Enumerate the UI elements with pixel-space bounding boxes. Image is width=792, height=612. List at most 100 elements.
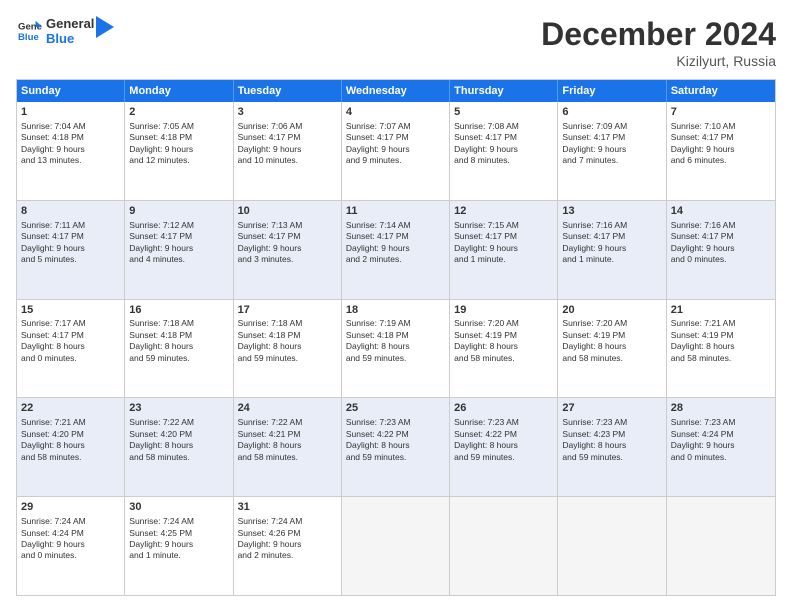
day-number: 1 — [21, 105, 120, 120]
sunrise: Sunrise: 7:14 AM — [346, 220, 411, 230]
page: General Blue General Blue December 2024 … — [0, 0, 792, 612]
day-number: 10 — [238, 204, 337, 219]
day-number: 24 — [238, 401, 337, 416]
sunset: Sunset: 4:18 PM — [21, 132, 84, 142]
sunrise: Sunrise: 7:24 AM — [129, 516, 194, 526]
daylight: Daylight: 9 hoursand 2 minutes. — [346, 243, 410, 264]
cal-cell: 2Sunrise: 7:05 AMSunset: 4:18 PMDaylight… — [125, 102, 233, 200]
dow-wednesday: Wednesday — [342, 80, 450, 102]
sunset: Sunset: 4:20 PM — [21, 429, 84, 439]
sunset: Sunset: 4:17 PM — [21, 330, 84, 340]
cal-cell: 7Sunrise: 7:10 AMSunset: 4:17 PMDaylight… — [667, 102, 775, 200]
dow-sunday: Sunday — [17, 80, 125, 102]
cal-cell: 17Sunrise: 7:18 AMSunset: 4:18 PMDayligh… — [234, 300, 342, 398]
cal-cell: 18Sunrise: 7:19 AM Sunset: 4:18 PMDayligh… — [342, 300, 450, 398]
day-number: 30 — [129, 500, 228, 515]
daylight: Daylight: 9 hoursand 7 minutes. — [562, 144, 626, 165]
day-number: 12 — [454, 204, 553, 219]
cal-cell: 22Sunrise: 7:21 AMSunset: 4:20 PMDayligh… — [17, 398, 125, 496]
sunset: Sunset: 4:22 PM — [346, 429, 409, 439]
calendar: Sunday Monday Tuesday Wednesday Thursday… — [16, 79, 776, 596]
cal-cell: 11Sunrise: 7:14 AMSunset: 4:17 PM Dayligh… — [342, 201, 450, 299]
sunset: Sunset: 4:18 PM — [129, 330, 192, 340]
sunset: Sunset: 4:24 PM — [671, 429, 734, 439]
daylight: Daylight: 8 hoursand 59 minutes. — [454, 440, 518, 461]
cal-cell: 13Sunrise: 7:16 AMSunset: 4:17 PMDayligh… — [558, 201, 666, 299]
day-number: 11 — [346, 204, 445, 219]
logo-icon: General Blue — [18, 19, 42, 43]
daylight: Daylight: 8 hoursand 59 minutes. — [346, 341, 410, 362]
daylight: Daylight: 8 hoursand 58 minutes. — [238, 440, 302, 461]
day-number: 28 — [671, 401, 771, 416]
day-number: 27 — [562, 401, 661, 416]
dow-monday: Monday — [125, 80, 233, 102]
daylight: Daylight: 9 hoursand 5 minutes. — [21, 243, 85, 264]
cal-week-4: 22Sunrise: 7:21 AMSunset: 4:20 PMDayligh… — [17, 398, 775, 497]
day-number: 23 — [129, 401, 228, 416]
cal-week-1: 1Sunrise: 7:04 AMSunset: 4:18 PMDaylight… — [17, 102, 775, 201]
sunset: Sunset: 4:20 PM — [129, 429, 192, 439]
sunset: Sunset: 4:17 PM — [238, 231, 301, 241]
sunrise: Sunrise: 7:05 AM — [129, 121, 194, 131]
sunset: Sunset: 4:25 PM — [129, 528, 192, 538]
sunset: Sunset: 4:17 PM — [346, 231, 409, 241]
daylight: Daylight: 8 hoursand 58 minutes. — [454, 341, 518, 362]
day-number: 26 — [454, 401, 553, 416]
cal-cell: 26Sunrise: 7:23 AMSunset: 4:22 PMDayligh… — [450, 398, 558, 496]
day-number: 3 — [238, 105, 337, 120]
daylight: Daylight: 9 hoursand 0 minutes. — [671, 243, 735, 264]
cal-cell — [342, 497, 450, 595]
daylight: Daylight: 8 hoursand 58 minutes. — [129, 440, 193, 461]
cal-cell: 9Sunrise: 7:12 AMSunset: 4:17 PMDaylight… — [125, 201, 233, 299]
sunset: Sunset: 4:17 PM — [346, 132, 409, 142]
cal-cell: 4Sunrise: 7:07 AMSunset: 4:17 PMDaylight… — [342, 102, 450, 200]
sunrise: Sunrise: 7:23 AM — [346, 417, 411, 427]
sunset: Sunset: 4:17 PM — [671, 132, 734, 142]
day-number: 21 — [671, 303, 771, 318]
sunset: Sunset: 4:18 PM — [346, 330, 409, 340]
cal-cell: 16Sunrise: 7:18 AMSunset: 4:18 PMDayligh… — [125, 300, 233, 398]
calendar-header: Sunday Monday Tuesday Wednesday Thursday… — [17, 80, 775, 102]
day-number: 15 — [21, 303, 120, 318]
day-number: 5 — [454, 105, 553, 120]
sunrise: Sunrise: 7:16 AM — [671, 220, 736, 230]
cal-cell: 5Sunrise: 7:08 AMSunset: 4:17 PMDaylight… — [450, 102, 558, 200]
daylight: Daylight: 8 hoursand 59 minutes. — [129, 341, 193, 362]
sunset: Sunset: 4:19 PM — [562, 330, 625, 340]
daylight: Daylight: 8 hoursand 59 minutes. — [562, 440, 626, 461]
day-number: 17 — [238, 303, 337, 318]
sunset: Sunset: 4:23 PM — [562, 429, 625, 439]
sunrise: Sunrise: 7:18 AM — [129, 318, 194, 328]
daylight: Daylight: 8 hoursand 0 minutes. — [21, 341, 85, 362]
day-number: 22 — [21, 401, 120, 416]
sunrise: Sunrise: 7:08 AM — [454, 121, 519, 131]
cal-cell: 1Sunrise: 7:04 AMSunset: 4:18 PMDaylight… — [17, 102, 125, 200]
daylight: Daylight: 9 hoursand 0 minutes. — [671, 440, 735, 461]
sunset: Sunset: 4:18 PM — [238, 330, 301, 340]
day-number: 6 — [562, 105, 661, 120]
day-number: 4 — [346, 105, 445, 120]
daylight: Daylight: 8 hoursand 58 minutes. — [562, 341, 626, 362]
daylight: Daylight: 9 hoursand 0 minutes. — [21, 539, 85, 560]
daylight: Daylight: 9 hoursand 13 minutes. — [21, 144, 85, 165]
title-block: December 2024 Kizilyurt, Russia — [541, 16, 776, 69]
sunrise: Sunrise: 7:15 AM — [454, 220, 519, 230]
sunset: Sunset: 4:17 PM — [238, 132, 301, 142]
sunrise: Sunrise: 7:20 AM — [562, 318, 627, 328]
sunset: Sunset: 4:21 PM — [238, 429, 301, 439]
daylight: Daylight: 9 hoursand 3 minutes. — [238, 243, 302, 264]
sunrise: Sunrise: 7:12 AM — [129, 220, 194, 230]
daylight: Daylight: 9 hoursand 12 minutes. — [129, 144, 193, 165]
daylight: Daylight: 8 hoursand 59 minutes. — [238, 341, 302, 362]
sunrise: Sunrise: 7:11 AM — [21, 220, 85, 230]
cal-cell: 8Sunrise: 7:11 AMSunset: 4:17 PMDaylight… — [17, 201, 125, 299]
sunrise: Sunrise: 7:20 AM — [454, 318, 519, 328]
sunrise: Sunrise: 7:19 AM — [346, 318, 411, 328]
daylight: Daylight: 9 hoursand 8 minutes. — [454, 144, 518, 165]
day-number: 18 — [346, 303, 445, 318]
month-title: December 2024 — [541, 16, 776, 53]
cal-cell: 10Sunrise: 7:13 AMSunset: 4:17 PMDayligh… — [234, 201, 342, 299]
daylight: Daylight: 9 hoursand 1 minute. — [562, 243, 626, 264]
header: General Blue General Blue December 2024 … — [16, 16, 776, 69]
cal-cell: 23Sunrise: 7:22 AMSunset: 4:20 PMDayligh… — [125, 398, 233, 496]
